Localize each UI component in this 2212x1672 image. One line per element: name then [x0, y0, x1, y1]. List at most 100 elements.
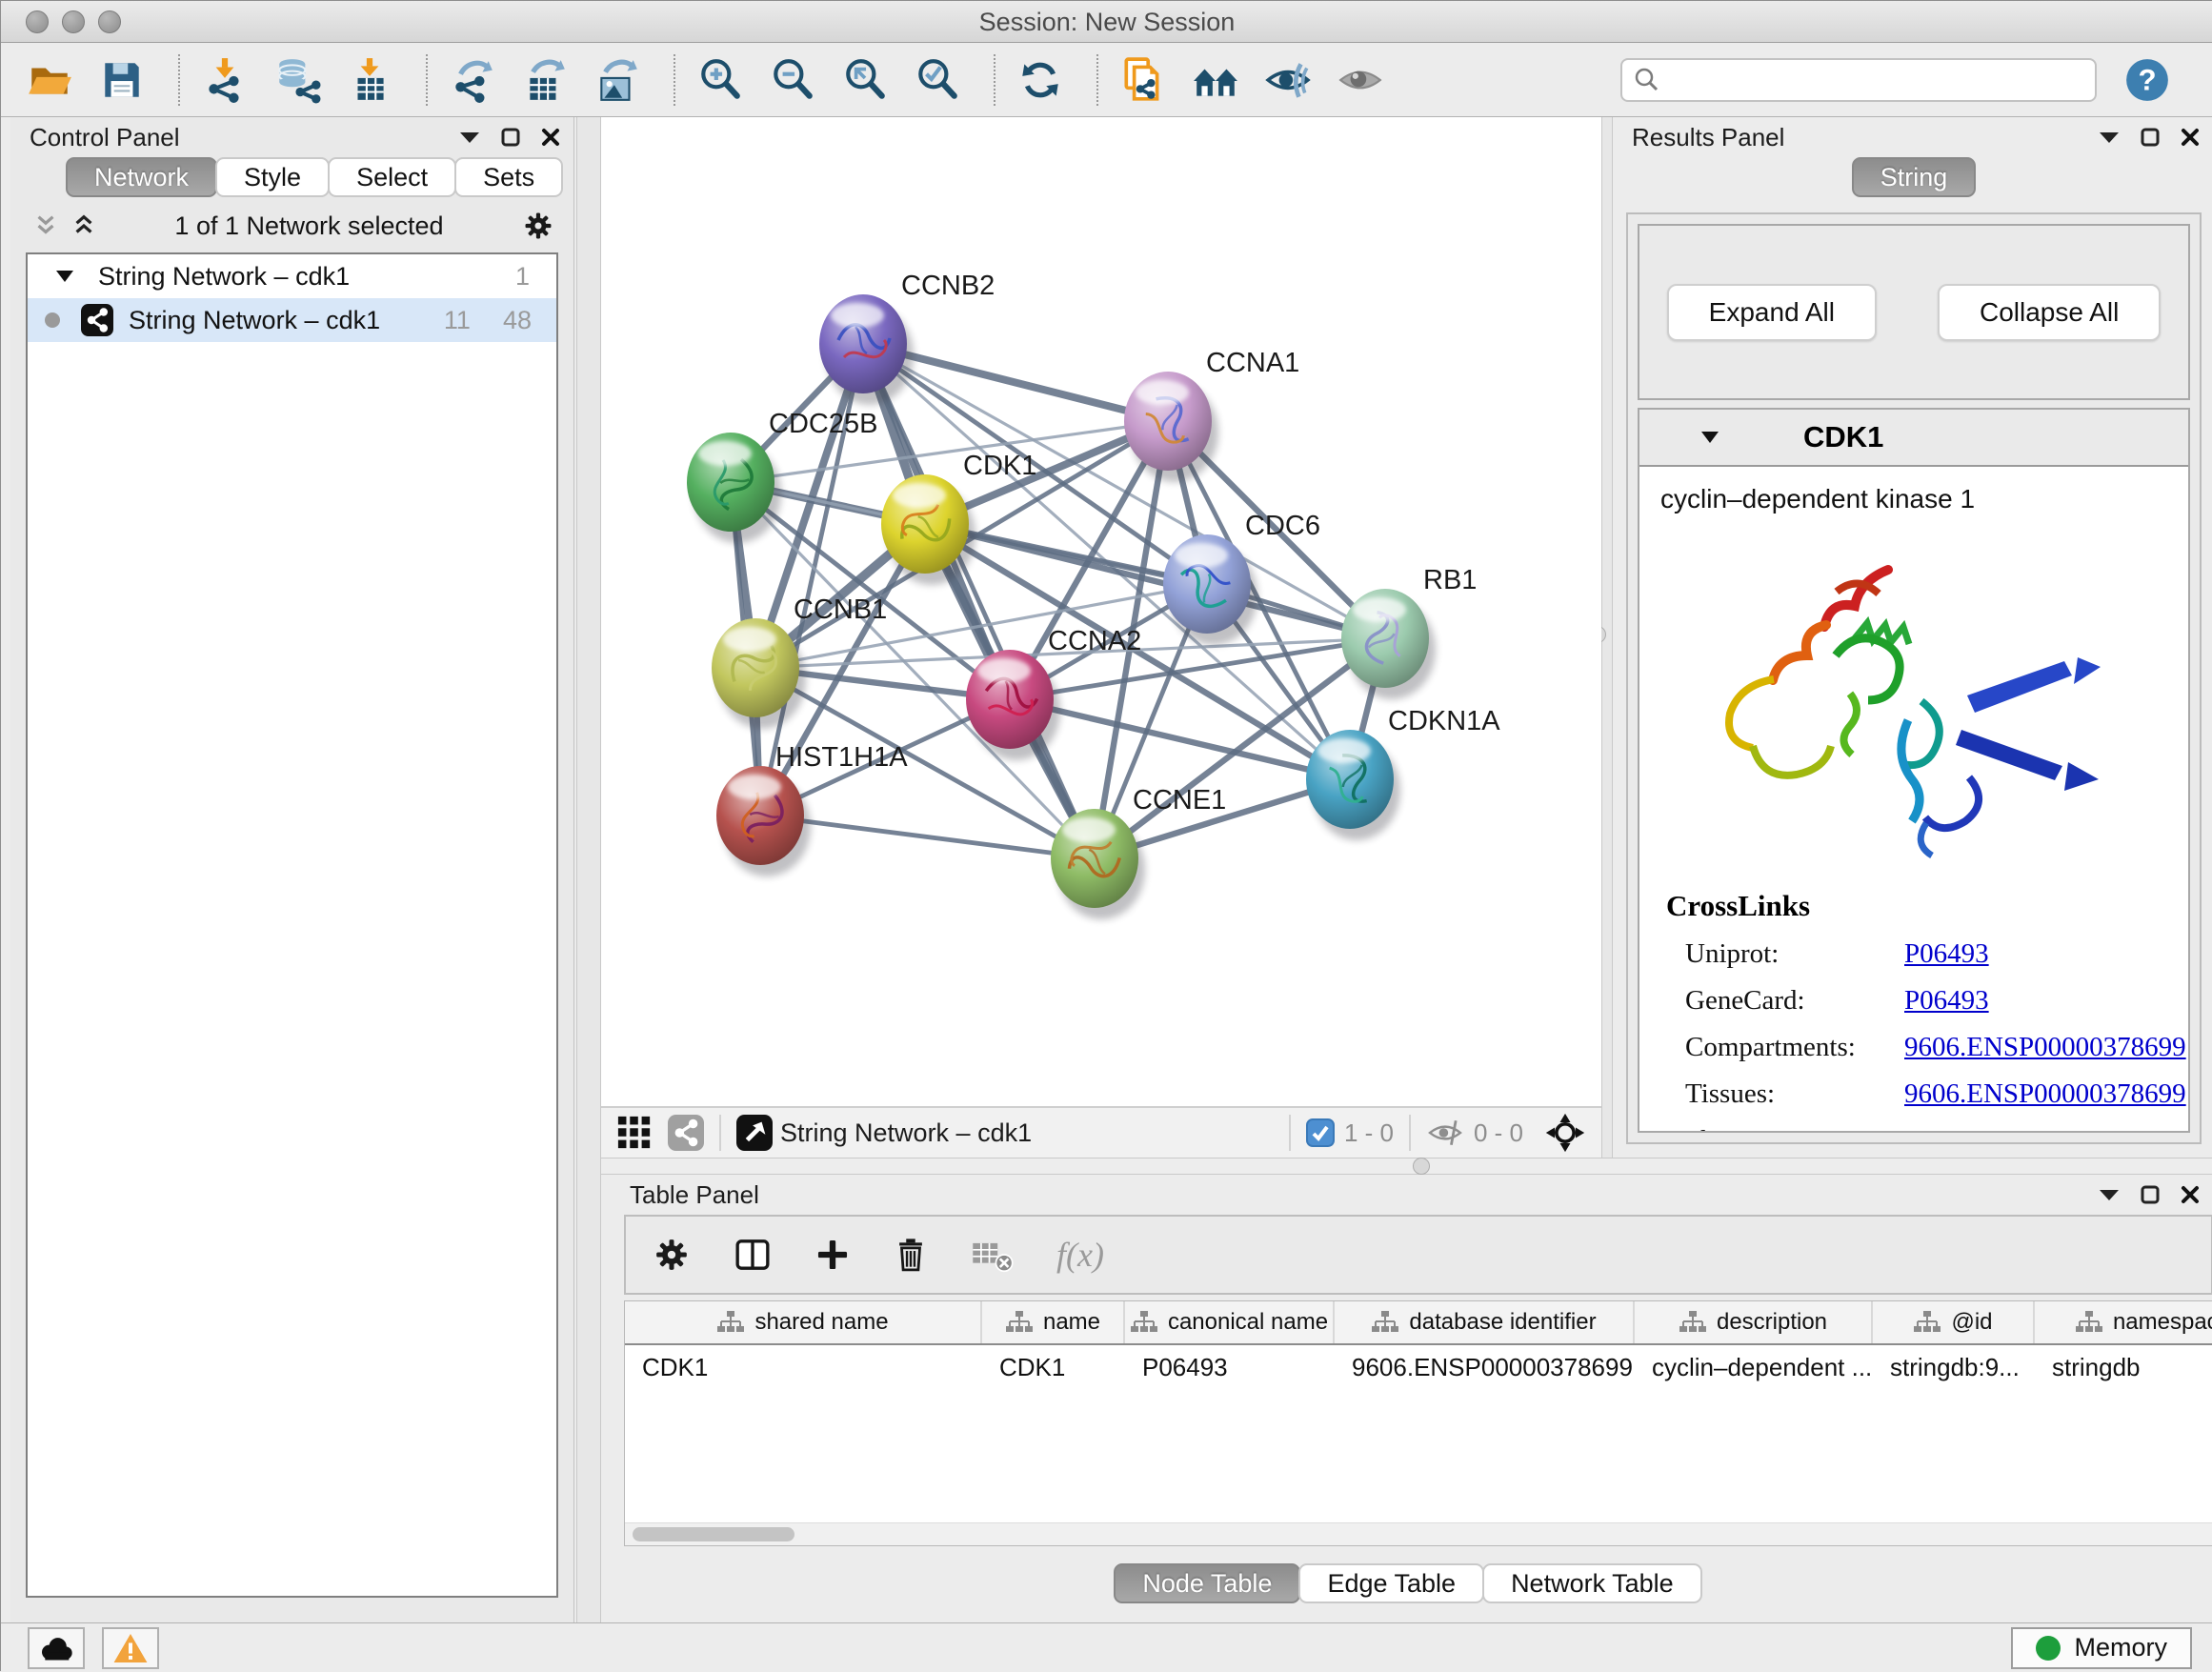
help-icon[interactable]: ? [2123, 56, 2171, 104]
network-canvas[interactable]: CCNB2CCNA1CDC25BCDK1CDC6RB1CCNB1CCNA2CDK… [601, 117, 1601, 1106]
tab-sets[interactable]: Sets [454, 157, 563, 197]
app-window: Session: New Session [0, 0, 2212, 1671]
open-session-icon[interactable] [26, 56, 73, 104]
export-table-icon[interactable] [521, 56, 569, 104]
cloud-status-button[interactable] [28, 1627, 85, 1669]
save-session-icon[interactable] [98, 56, 146, 104]
zoom-in-icon[interactable] [696, 56, 744, 104]
network-options-gear-icon[interactable] [522, 210, 554, 242]
network-badge-gray-icon[interactable] [668, 1115, 704, 1151]
close-panel-icon[interactable] [541, 128, 560, 147]
string-home-icon[interactable] [1192, 56, 1239, 104]
table-cell[interactable]: CDK1 [625, 1345, 982, 1389]
tab-select[interactable]: Select [328, 157, 456, 197]
svg-text:?: ? [2138, 63, 2156, 96]
export-image-icon[interactable] [593, 56, 641, 104]
network-row-selected[interactable]: String Network – cdk1 11 48 [28, 298, 556, 342]
zoom-selected-icon[interactable] [914, 56, 961, 104]
close-panel-icon[interactable] [2181, 1185, 2200, 1204]
column-type-icon [1371, 1310, 1399, 1335]
section-collapse-icon[interactable] [1700, 431, 1719, 444]
tab-style[interactable]: Style [215, 157, 330, 197]
crosslink-link[interactable]: P06493 [1904, 938, 2188, 970]
delete-column-trash-icon[interactable] [893, 1236, 929, 1274]
collapse-all-icon[interactable] [33, 213, 58, 238]
network-collection-label: String Network – cdk1 [98, 262, 515, 292]
window-title: Session: New Session [1, 8, 2212, 37]
panel-menu-icon[interactable] [2099, 1188, 2120, 1201]
crosslink-link[interactable]: P06493 [1904, 1125, 2188, 1131]
zoom-fit-icon[interactable] [841, 56, 889, 104]
import-table-icon[interactable] [346, 56, 393, 104]
float-panel-icon[interactable] [2141, 128, 2160, 147]
close-panel-icon[interactable] [2181, 128, 2200, 147]
scrollbar-thumb[interactable] [633, 1527, 794, 1541]
show-all-eye-icon[interactable] [1337, 56, 1384, 104]
column-header-id[interactable]: @id [1873, 1301, 2035, 1343]
import-network-file-icon[interactable] [201, 56, 249, 104]
network-node-RB1[interactable]: RB1 [1341, 565, 1477, 699]
refresh-icon[interactable] [1016, 56, 1064, 104]
table-cell[interactable]: stringdb:9... [1873, 1345, 2035, 1389]
collapse-all-button[interactable]: Collapse All [1938, 284, 2161, 341]
float-panel-icon[interactable] [501, 128, 520, 147]
memory-label: Memory [2074, 1633, 2167, 1662]
panel-menu-icon[interactable] [459, 131, 480, 144]
tab-network-table[interactable]: Network Table [1482, 1563, 1702, 1603]
expand-all-button[interactable]: Expand All [1667, 284, 1877, 341]
tab-network[interactable]: Network [66, 157, 217, 197]
table-settings-gear-icon[interactable] [653, 1236, 691, 1274]
network-collection-row[interactable]: String Network – cdk1 1 [28, 254, 556, 298]
expand-all-icon[interactable] [71, 213, 96, 238]
tab-string[interactable]: String [1852, 157, 1977, 197]
table-cell[interactable]: stringdb [2035, 1345, 2212, 1389]
memory-button[interactable]: Memory [2011, 1627, 2192, 1669]
tab-node-table[interactable]: Node Table [1114, 1563, 1300, 1603]
detach-view-icon[interactable] [736, 1115, 773, 1151]
crosslink-link[interactable]: P06493 [1904, 985, 2188, 1017]
search-icon [1632, 66, 1660, 94]
column-header-name[interactable]: name [982, 1301, 1125, 1343]
column-header-canonical-name[interactable]: canonical name [1125, 1301, 1335, 1343]
birdseye-navigator-icon[interactable] [1544, 1112, 1586, 1154]
column-type-icon [1679, 1310, 1707, 1335]
table-cell[interactable]: CDK1 [982, 1345, 1125, 1389]
float-panel-icon[interactable] [2141, 1185, 2160, 1204]
column-type-icon [1005, 1310, 1034, 1335]
show-columns-icon[interactable] [733, 1236, 773, 1274]
tree-expand-icon[interactable] [56, 271, 73, 283]
left-splitter[interactable] [576, 117, 601, 1622]
column-header-database-identifier[interactable]: database identifier [1335, 1301, 1635, 1343]
selected-checkbox-icon[interactable] [1306, 1118, 1335, 1147]
grid-view-icon[interactable] [616, 1115, 653, 1151]
import-network-database-icon[interactable] [273, 56, 321, 104]
node-section-header[interactable]: CDK1 [1639, 410, 2188, 465]
network-node-CDC6[interactable]: CDC6 [1163, 511, 1320, 645]
bottom-splitter[interactable] [601, 1158, 2212, 1175]
table-toolbar: f(x) [624, 1215, 2212, 1295]
table-row[interactable]: CDK1CDK1P064939606.ENSP00000378699cyclin… [625, 1345, 2212, 1389]
add-column-icon[interactable] [814, 1237, 851, 1273]
zoom-out-icon[interactable] [769, 56, 816, 104]
network-node-HIST1H1A[interactable]: HIST1H1A [716, 742, 908, 876]
hide-selected-eye-icon[interactable] [1264, 56, 1312, 104]
search-input[interactable] [1660, 65, 2085, 94]
crosslink-link[interactable]: 9606.ENSP00000378699 [1904, 1032, 2188, 1063]
table-cell[interactable]: P06493 [1125, 1345, 1335, 1389]
table-cell[interactable]: cyclin–dependent ... [1635, 1345, 1873, 1389]
warnings-button[interactable] [102, 1627, 159, 1669]
copy-network-icon[interactable] [1119, 56, 1167, 104]
splitter-handle[interactable] [1413, 1158, 1430, 1175]
crosslink-link[interactable]: 9606.ENSP00000378699 [1904, 1078, 2188, 1110]
table-cell[interactable]: 9606.ENSP00000378699 [1335, 1345, 1635, 1389]
node-label: RB1 [1423, 565, 1477, 595]
panel-menu-icon[interactable] [2099, 131, 2120, 144]
column-header-namespace[interactable]: namespace [2035, 1301, 2212, 1343]
table-horizontal-scrollbar[interactable] [625, 1522, 2212, 1545]
network-node-CCNE1[interactable]: CCNE1 [1051, 785, 1226, 919]
network-node-CDKN1A[interactable]: CDKN1A [1306, 706, 1500, 840]
export-network-icon[interactable] [449, 56, 496, 104]
column-header-description[interactable]: description [1635, 1301, 1873, 1343]
column-header-shared-name[interactable]: shared name [625, 1301, 982, 1343]
tab-edge-table[interactable]: Edge Table [1298, 1563, 1484, 1603]
